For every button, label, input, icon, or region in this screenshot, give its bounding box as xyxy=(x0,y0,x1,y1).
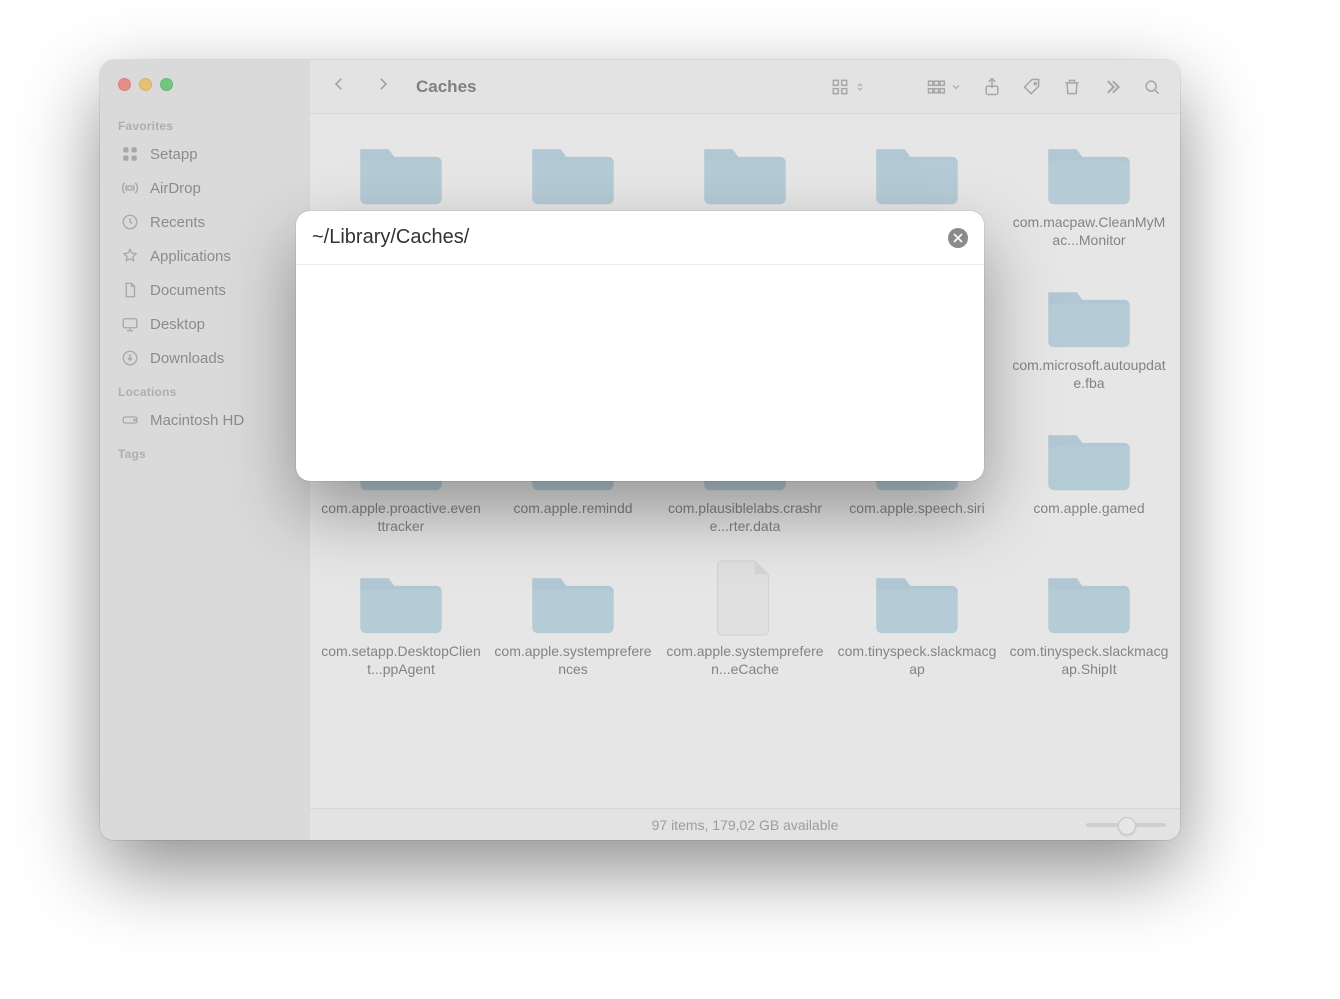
folder-icon xyxy=(1041,414,1137,494)
status-text: 97 items, 179,02 GB available xyxy=(652,817,839,833)
sidebar-item-label: Recents xyxy=(150,214,205,231)
sidebar-item-downloads[interactable]: Downloads xyxy=(112,341,300,375)
back-button[interactable] xyxy=(330,75,348,98)
status-bar: 97 items, 179,02 GB available xyxy=(310,808,1180,840)
grid-file[interactable]: com.apple.systempreferen...eCache xyxy=(662,553,828,682)
sidebar-item-label: AirDrop xyxy=(150,180,201,197)
grid-folder[interactable]: com.tinyspeck.slackmacgap.ShipIt xyxy=(1006,553,1172,682)
sidebar-item-label: Macintosh HD xyxy=(150,412,244,429)
grid-item-label: com.setapp.DesktopClient...ppAgent xyxy=(321,643,481,678)
sidebar: Favorites Setapp AirDrop Recents Applica… xyxy=(100,60,310,840)
sidebar-item-documents[interactable]: Documents xyxy=(112,273,300,307)
applications-icon xyxy=(120,246,140,266)
grid-item-label: com.tinyspeck.slackmacgap xyxy=(837,643,997,678)
folder-icon xyxy=(1041,271,1137,351)
sidebar-item-desktop[interactable]: Desktop xyxy=(112,307,300,341)
grid-item-label: com.apple.speech.siri xyxy=(849,500,984,518)
folder-icon xyxy=(353,128,449,208)
grid-item-label: com.apple.proactive.eventtracker xyxy=(321,500,481,535)
fullscreen-window-button[interactable] xyxy=(160,78,173,91)
sidebar-item-label: Setapp xyxy=(150,146,198,163)
grid-folder[interactable]: com.setapp.DesktopClient...ppAgent xyxy=(318,553,484,682)
grid-item-label: com.apple.systempreferences xyxy=(493,643,653,678)
folder-icon xyxy=(869,128,965,208)
sidebar-item-label: Documents xyxy=(150,282,226,299)
zoom-slider[interactable] xyxy=(1086,823,1166,827)
folder-icon xyxy=(525,128,621,208)
sidebar-item-recents[interactable]: Recents xyxy=(112,205,300,239)
folder-icon xyxy=(1041,128,1137,208)
grid-folder[interactable]: com.macpaw.CleanMyMac...Monitor xyxy=(1006,124,1172,253)
sidebar-item-label: Desktop xyxy=(150,316,205,333)
view-icons-button[interactable] xyxy=(826,75,870,99)
grid-item-label: com.apple.systempreferen...eCache xyxy=(665,643,825,678)
search-button[interactable] xyxy=(1138,75,1166,99)
disk-icon xyxy=(120,410,140,430)
grid-item-label: com.tinyspeck.slackmacgap.ShipIt xyxy=(1009,643,1169,678)
sidebar-item-applications[interactable]: Applications xyxy=(112,239,300,273)
downloads-icon xyxy=(120,348,140,368)
airdrop-icon xyxy=(120,178,140,198)
grid-item-label: com.macpaw.CleanMyMac...Monitor xyxy=(1009,214,1169,249)
grid-folder[interactable]: com.microsoft.autoupdate.fba xyxy=(1006,267,1172,396)
delete-button[interactable] xyxy=(1058,75,1086,99)
grid-item-label: com.apple.gamed xyxy=(1033,500,1144,518)
grid-item-label: com.apple.remindd xyxy=(513,500,632,518)
folder-icon xyxy=(869,557,965,637)
forward-button[interactable] xyxy=(374,75,392,98)
tags-button[interactable] xyxy=(1018,75,1046,99)
clear-input-button[interactable] xyxy=(948,228,968,248)
close-window-button[interactable] xyxy=(118,78,131,91)
window-controls xyxy=(112,74,300,109)
folder-icon xyxy=(697,128,793,208)
folder-icon xyxy=(525,557,621,637)
minimize-window-button[interactable] xyxy=(139,78,152,91)
sidebar-item-airdrop[interactable]: AirDrop xyxy=(112,171,300,205)
share-button[interactable] xyxy=(978,75,1006,99)
sidebar-item-label: Applications xyxy=(150,248,231,265)
grid-folder[interactable]: com.tinyspeck.slackmacgap xyxy=(834,553,1000,682)
grid-item-label: com.plausiblelabs.crashre...rter.data xyxy=(665,500,825,535)
setapp-icon xyxy=(120,144,140,164)
window-title: Caches xyxy=(416,77,476,97)
goto-folder-dialog xyxy=(296,211,984,481)
clock-icon xyxy=(120,212,140,232)
grid-folder[interactable]: com.apple.systempreferences xyxy=(490,553,656,682)
sidebar-item-setapp[interactable]: Setapp xyxy=(112,137,300,171)
group-by-button[interactable] xyxy=(922,75,966,99)
document-icon xyxy=(120,280,140,300)
sidebar-section-locations: Locations xyxy=(112,375,300,403)
toolbar: Caches xyxy=(310,60,1180,114)
sidebar-item-macintosh-hd[interactable]: Macintosh HD xyxy=(112,403,300,437)
goto-folder-input[interactable] xyxy=(312,226,940,249)
folder-icon xyxy=(1041,557,1137,637)
desktop-icon xyxy=(120,314,140,334)
grid-folder[interactable]: com.apple.gamed xyxy=(1006,410,1172,539)
sidebar-item-label: Downloads xyxy=(150,350,224,367)
overflow-button[interactable] xyxy=(1098,75,1126,99)
folder-icon xyxy=(353,557,449,637)
sidebar-section-tags: Tags xyxy=(112,437,300,465)
sidebar-section-favorites: Favorites xyxy=(112,109,300,137)
file-icon xyxy=(697,557,793,637)
grid-item-label: com.microsoft.autoupdate.fba xyxy=(1009,357,1169,392)
